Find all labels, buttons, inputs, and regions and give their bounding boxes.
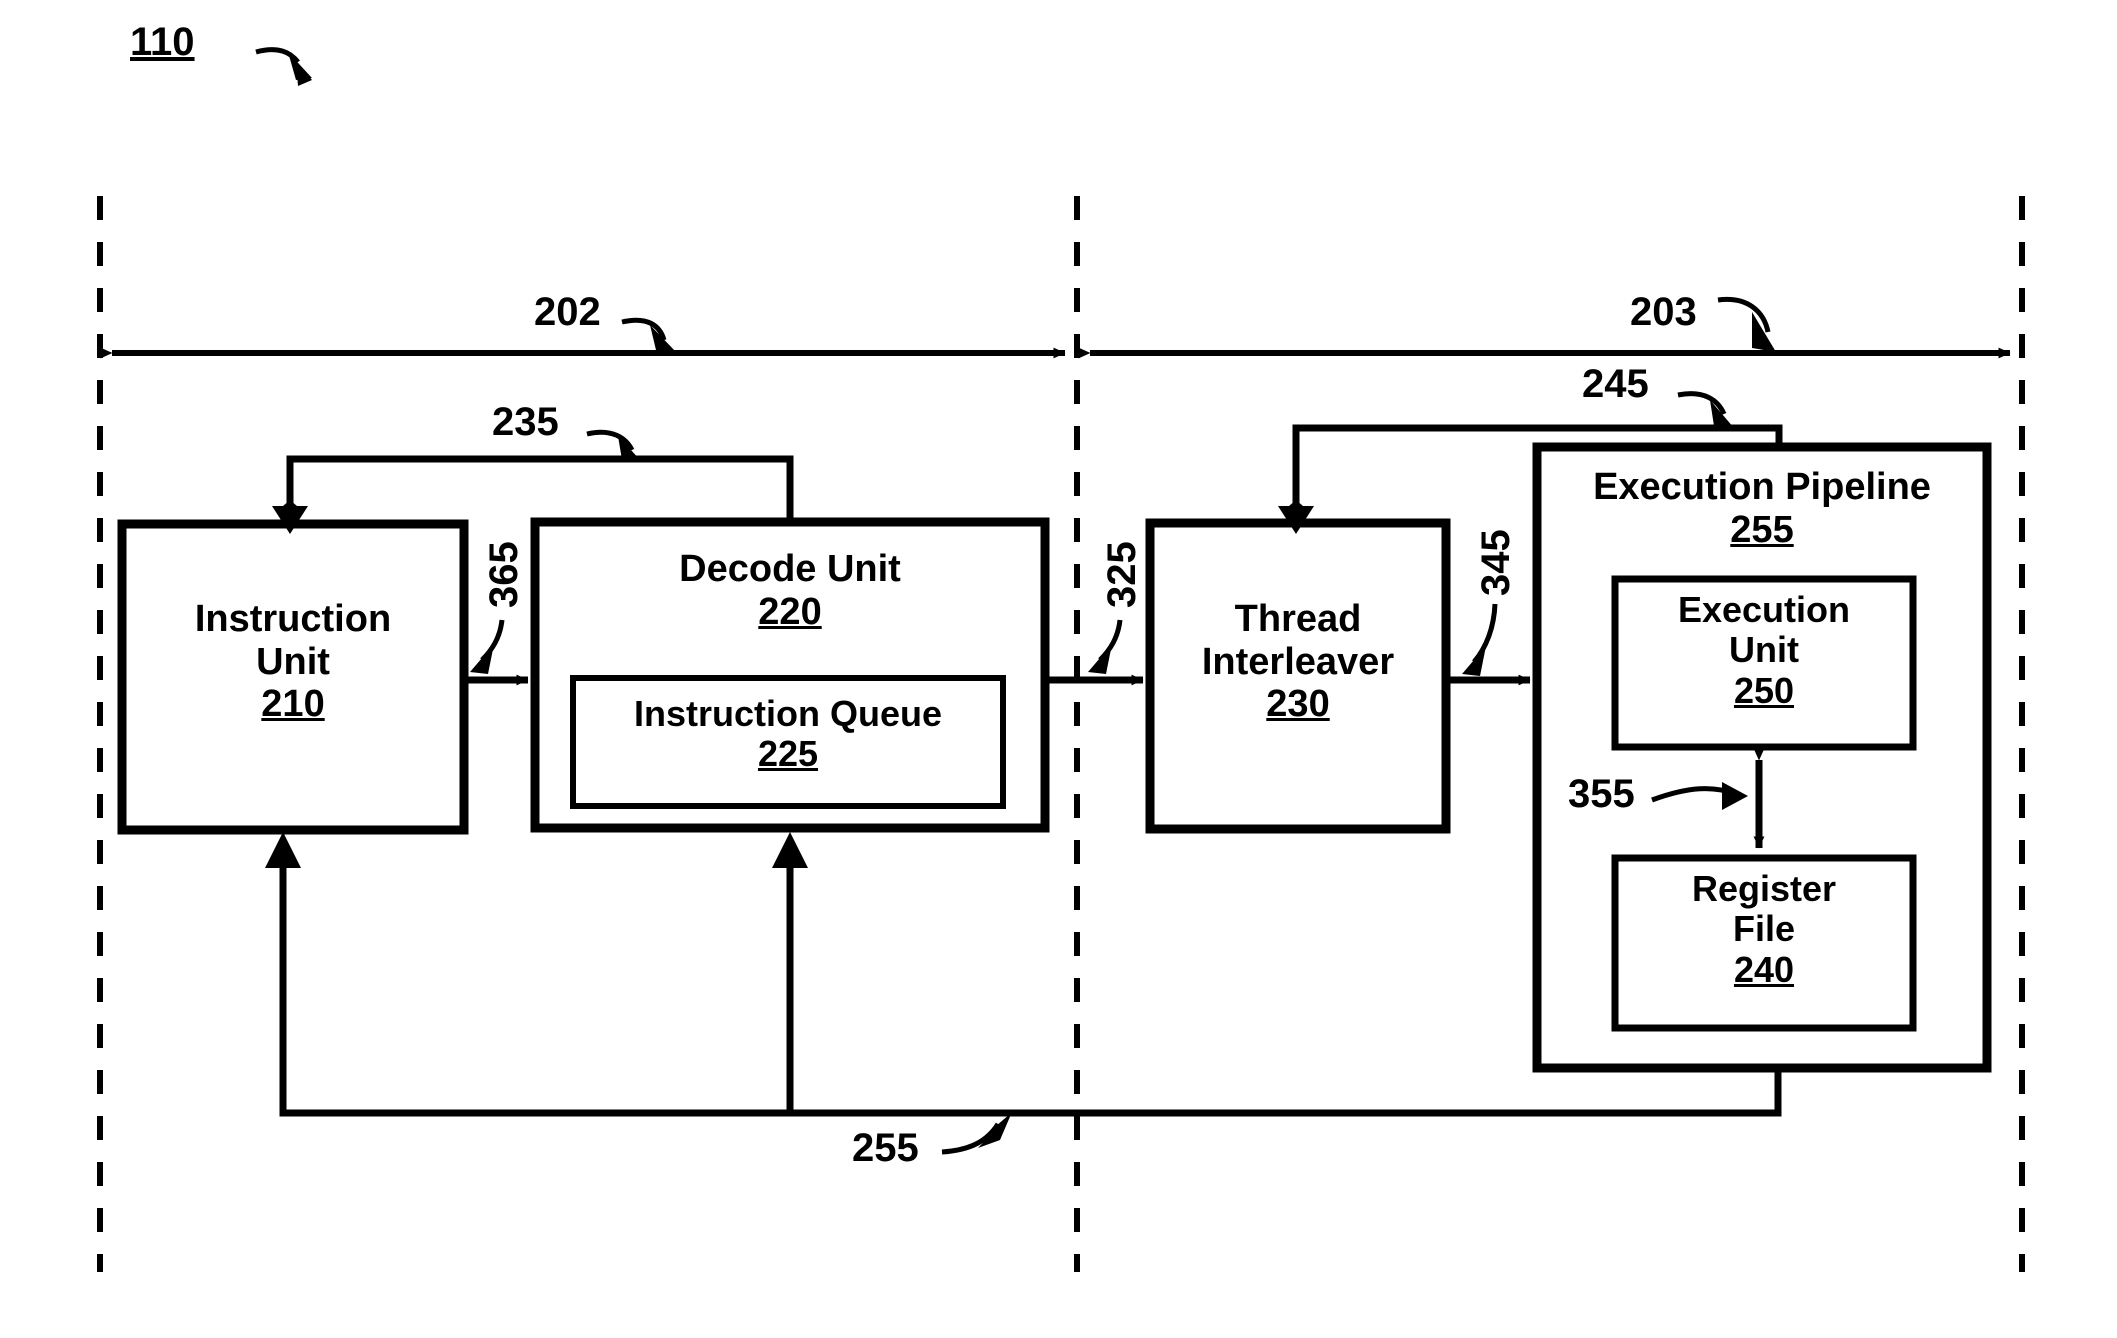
instruction-unit-line1: Instruction bbox=[194, 598, 392, 640]
instruction-unit-line2: Unit bbox=[256, 640, 330, 683]
leader-255-bottom bbox=[941, 1112, 1012, 1155]
figure-number: 110 bbox=[130, 20, 195, 64]
thread-interleaver-line2: Interleaver bbox=[1201, 640, 1395, 683]
leader-325 bbox=[1088, 619, 1123, 674]
leader-365 bbox=[470, 619, 505, 674]
figure-number-leader-arrow bbox=[255, 47, 312, 86]
register-file-line2: File bbox=[1732, 908, 1795, 950]
register-file-label: Register File 240 bbox=[1615, 868, 1913, 990]
register-file-number: 240 bbox=[1733, 948, 1795, 990]
decode-unit-number: 220 bbox=[758, 590, 822, 633]
signal-label-245: 245 bbox=[1582, 362, 1649, 406]
instruction-unit-label: Instruction Unit 210 bbox=[122, 598, 464, 726]
span-arrow-202-leader bbox=[621, 317, 676, 352]
execution-pipeline-label: Execution Pipeline 255 bbox=[1537, 466, 1987, 551]
signal-label-255-writeback: 255 bbox=[852, 1126, 919, 1170]
decode-unit-line1: Decode Unit bbox=[679, 548, 901, 590]
execution-unit-number: 250 bbox=[1733, 669, 1795, 711]
figure-canvas: 110 202 203 235 365 325 345 245 355 255 … bbox=[0, 0, 2117, 1338]
instruction-unit-number: 210 bbox=[261, 683, 325, 726]
span-arrow-203-leader bbox=[1717, 296, 1776, 352]
thread-interleaver-line1: Thread bbox=[1234, 598, 1362, 640]
instruction-queue-label: Instruction Queue 225 bbox=[573, 693, 1003, 775]
execution-pipeline-line1: Execution Pipeline bbox=[1593, 466, 1931, 508]
signal-label-325: 325 bbox=[1100, 541, 1144, 608]
span-label-203: 203 bbox=[1630, 290, 1697, 334]
decode-unit-label: Decode Unit 220 bbox=[535, 548, 1045, 633]
execution-unit-line2: Unit bbox=[1729, 629, 1799, 671]
execution-unit-line1: Execution bbox=[1677, 589, 1851, 630]
register-file-line1: Register bbox=[1691, 868, 1837, 909]
signal-label-355: 355 bbox=[1568, 772, 1635, 816]
execution-pipeline-number: 255 bbox=[1730, 508, 1794, 551]
signal-label-235: 235 bbox=[492, 400, 559, 444]
signal-label-345: 345 bbox=[1474, 529, 1518, 596]
instruction-queue-number: 225 bbox=[757, 733, 819, 775]
instruction-queue-line1: Instruction Queue bbox=[633, 693, 943, 734]
thread-interleaver-number: 230 bbox=[1266, 683, 1330, 726]
span-label-202: 202 bbox=[534, 290, 601, 334]
signal-label-365: 365 bbox=[482, 541, 526, 608]
leader-245 bbox=[1677, 391, 1734, 428]
thread-interleaver-label: Thread Interleaver 230 bbox=[1140, 598, 1456, 726]
execution-unit-label: Execution Unit 250 bbox=[1615, 589, 1913, 711]
leader-345 bbox=[1462, 603, 1498, 676]
